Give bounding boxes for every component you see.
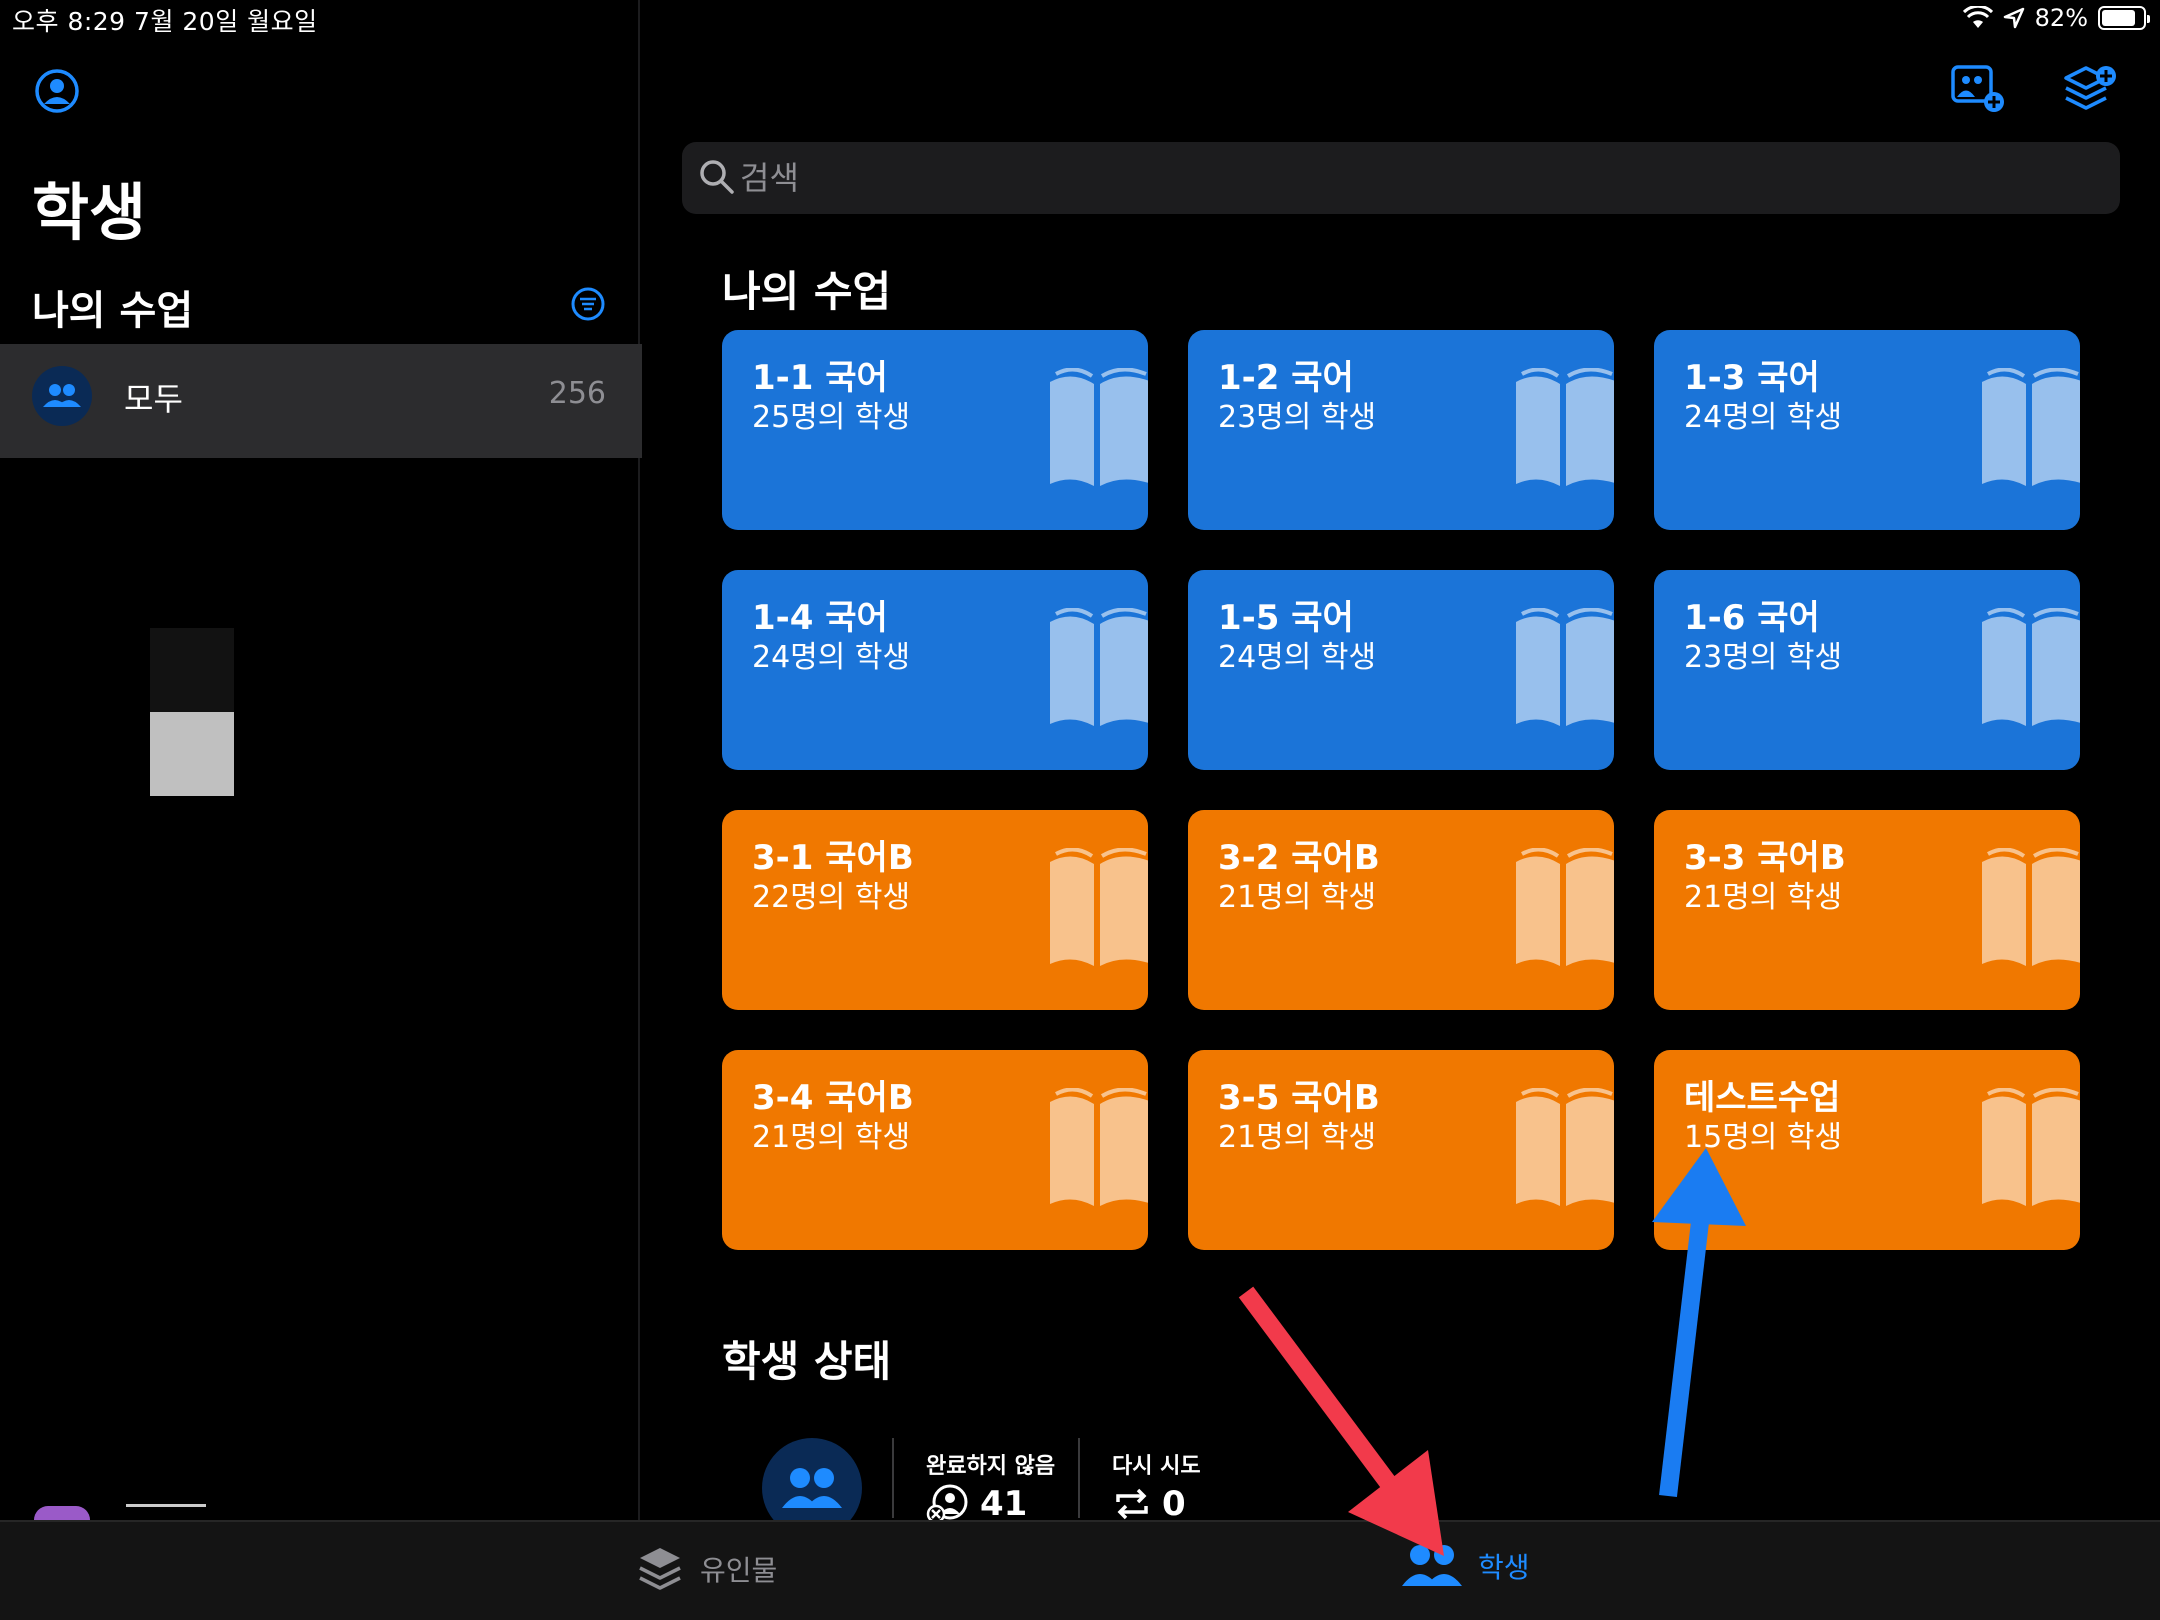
class-card-10[interactable]: 3-4 국어B 21명의 학생 [722, 1050, 1148, 1250]
retry-icon [1116, 1488, 1148, 1520]
filter-icon[interactable] [570, 286, 606, 322]
search-bar[interactable] [682, 142, 2120, 214]
add-handout-stack-icon[interactable] [2062, 64, 2118, 114]
tab-bar: 유인물 학생 [0, 1520, 2160, 1620]
book-icon [1050, 368, 1148, 486]
sidebar-title: 학생 [32, 176, 147, 249]
drag-preview-dark [150, 628, 234, 712]
class-card-7[interactable]: 3-1 국어B 22명의 학생 [722, 810, 1148, 1010]
class-card-9[interactable]: 3-3 국어B 21명의 학생 [1654, 810, 2080, 1010]
class-student-count: 23명의 학생 [1218, 400, 1377, 435]
book-icon [1050, 1088, 1148, 1206]
sidebar-item-all[interactable]: 모두 256 [0, 344, 642, 458]
class-card-5[interactable]: 1-5 국어 24명의 학생 [1188, 570, 1614, 770]
class-student-count: 24명의 학생 [1684, 400, 1843, 435]
class-card-6[interactable]: 1-6 국어 23명의 학생 [1654, 570, 2080, 770]
add-class-photo-icon[interactable] [1950, 64, 2006, 114]
book-icon [1516, 848, 1614, 966]
retry-count: 0 [1162, 1484, 1186, 1524]
book-icon [1982, 608, 2080, 726]
sidebar: 학생 나의 수업 모두 256 [0, 0, 642, 1520]
search-input[interactable] [740, 142, 2100, 214]
book-icon [1050, 848, 1148, 966]
class-student-count: 21명의 학생 [1218, 880, 1377, 915]
tab-students-label: 학생 [1478, 1551, 1530, 1584]
class-card-4[interactable]: 1-4 국어 24명의 학생 [722, 570, 1148, 770]
class-card-12[interactable]: 테스트수업 15명의 학생 [1654, 1050, 2080, 1250]
class-card-2[interactable]: 1-2 국어 23명의 학생 [1188, 330, 1614, 530]
wifi-icon [1962, 6, 1993, 28]
status-divider [1078, 1438, 1080, 1518]
sidebar-section-title: 나의 수업 [32, 288, 194, 334]
book-icon [1050, 608, 1148, 726]
profile-icon[interactable] [34, 68, 80, 114]
class-card-11[interactable]: 3-5 국어B 21명의 학생 [1188, 1050, 1614, 1250]
group-icon [32, 366, 92, 426]
incomplete-label: 완료하지 않음 [926, 1454, 1056, 1479]
book-icon [1982, 1088, 2080, 1206]
battery-percent: 82% [2034, 4, 2088, 32]
partial-row-text [126, 1504, 206, 1508]
classes-section-title: 나의 수업 [722, 267, 892, 316]
retry-label: 다시 시도 [1112, 1454, 1201, 1479]
student-status-title: 학생 상태 [722, 1337, 892, 1386]
partial-avatar [34, 1506, 90, 1520]
status-indicators: 82% [1962, 4, 2150, 32]
class-card-1[interactable]: 1-1 국어 25명의 학생 [722, 330, 1148, 530]
sidebar-item-count: 256 [548, 376, 606, 411]
book-icon [1982, 848, 2080, 966]
incomplete-stat: 41 [926, 1484, 1027, 1524]
retry-stat: 0 [1112, 1484, 1186, 1524]
class-student-count: 25명의 학생 [752, 400, 911, 435]
class-student-count: 21명의 학생 [1218, 1120, 1377, 1155]
red-arrow [1238, 1286, 1444, 1556]
user-x-icon [926, 1484, 968, 1524]
class-card-8[interactable]: 3-2 국어B 21명의 학생 [1188, 810, 1614, 1010]
sidebar-item-label: 모두 [124, 380, 183, 418]
book-icon [1982, 368, 2080, 486]
drag-preview-gray [150, 712, 234, 796]
search-icon [700, 160, 734, 194]
class-student-count: 15명의 학생 [1684, 1120, 1843, 1155]
tab-handouts-label: 유인물 [700, 1554, 778, 1587]
class-student-count: 24명의 학생 [752, 640, 911, 675]
status-divider [892, 1438, 894, 1518]
class-student-count: 24명의 학생 [1218, 640, 1377, 675]
class-card-3[interactable]: 1-3 국어 24명의 학생 [1654, 330, 2080, 530]
book-icon [1516, 608, 1614, 726]
class-student-count: 21명의 학생 [752, 1120, 911, 1155]
class-student-count: 23명의 학생 [1684, 640, 1843, 675]
location-arrow-icon [2003, 7, 2024, 29]
incomplete-count: 41 [980, 1484, 1028, 1524]
stack-icon [639, 1548, 681, 1590]
book-icon [1516, 1088, 1614, 1206]
battery-icon [2098, 6, 2150, 30]
class-student-count: 22명의 학생 [752, 880, 911, 915]
tab-students[interactable]: 학생 [1402, 1544, 1530, 1588]
book-icon [1516, 368, 1614, 486]
tab-handouts[interactable]: 유인물 [636, 1544, 777, 1594]
class-student-count: 21명의 학생 [1684, 880, 1843, 915]
students-icon [1402, 1545, 1462, 1586]
